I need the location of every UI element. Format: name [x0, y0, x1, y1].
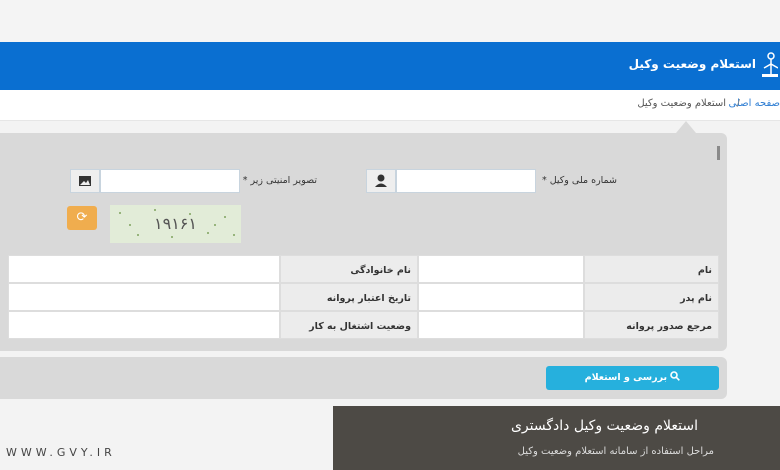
- site-watermark: WWW.GVY.IR: [6, 446, 116, 459]
- value-license-issuer: [418, 311, 584, 339]
- submit-label: بررسی و استعلام: [584, 372, 668, 383]
- national-code-label: شماره ملی وکیل *: [541, 175, 617, 186]
- captcha-text: ۱۹۱۶۱: [154, 214, 197, 233]
- caption-title: استعلام وضعیت وکیل دادگستری: [510, 418, 698, 434]
- page-header: استعلام وضعیت وکیل: [0, 42, 780, 90]
- label-first-name: نام: [584, 255, 719, 283]
- label-father-name: نام پدر: [584, 283, 719, 311]
- value-last-name: [8, 255, 280, 283]
- national-code-input[interactable]: [396, 169, 536, 193]
- value-father-name: [418, 283, 584, 311]
- panel-scrollbar[interactable]: [717, 146, 720, 160]
- label-last-name: نام خانوادگی: [280, 255, 418, 283]
- breadcrumb: صفحه اصلی / استعلام وضعیت وکیل: [0, 90, 780, 121]
- submit-inquiry-button[interactable]: بررسی و استعلام: [546, 366, 719, 390]
- label-license-issuer: مرجع صدور پروانه: [584, 311, 719, 339]
- caption-overlay: استعلام وضعیت وکیل دادگستری مراحل استفاد…: [333, 406, 780, 470]
- refresh-icon: ⟳: [76, 210, 88, 225]
- value-first-name: [418, 255, 584, 283]
- lawyer-icon: [762, 52, 778, 77]
- user-icon: [375, 174, 387, 187]
- captcha-image: ۱۹۱۶۱: [110, 205, 241, 243]
- lawyer-info-table: نام نام خانوادگی نام پدر تاریخ اعتبار پر…: [8, 253, 719, 339]
- label-employment-status: وضعیت اشتغال به کار: [280, 311, 418, 339]
- national-code-addon: [366, 169, 396, 193]
- label-license-expiry: تاریخ اعتبار پروانه: [280, 283, 418, 311]
- top-spacer: [0, 0, 780, 42]
- captcha-input[interactable]: [100, 169, 240, 193]
- breadcrumb-current: استعلام وضعیت وکیل: [637, 98, 726, 109]
- panel-pointer: [676, 121, 696, 133]
- captcha-label: تصویر امنیتی زیر *: [242, 175, 317, 186]
- value-license-expiry: [8, 283, 280, 311]
- captcha-addon: [70, 169, 100, 193]
- page-title: استعلام وضعیت وکیل: [628, 57, 756, 71]
- caption-subtitle: مراحل استفاده از سامانه استعلام وضعیت وک…: [517, 446, 714, 457]
- value-employment-status: [8, 311, 280, 339]
- search-icon: [670, 371, 681, 381]
- refresh-captcha-button[interactable]: ⟳: [67, 206, 97, 230]
- image-icon: [79, 176, 91, 186]
- breadcrumb-separator: /: [736, 98, 740, 109]
